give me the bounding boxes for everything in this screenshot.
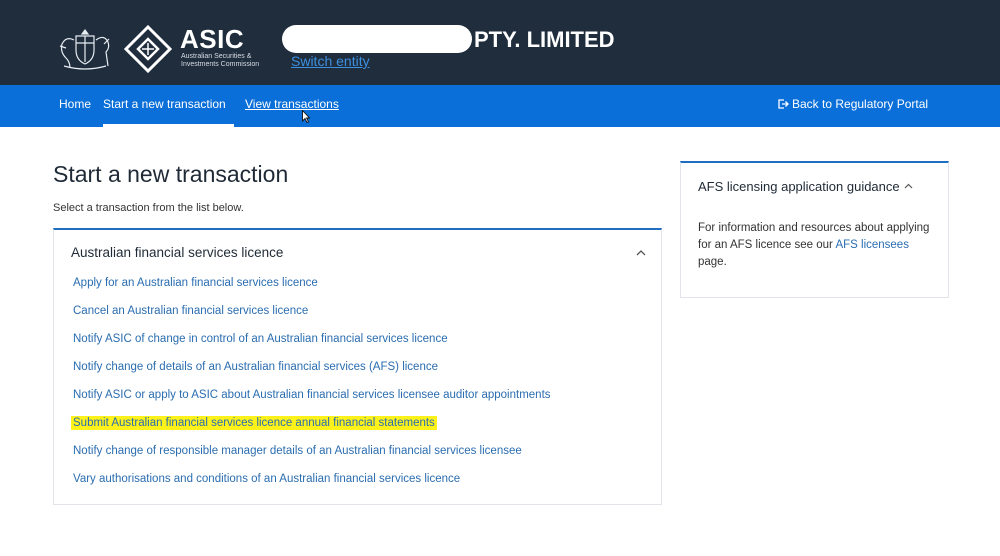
nav-start-transaction[interactable]: Start a new transaction [103,97,226,111]
transaction-link-vary-authorisations[interactable]: Vary authorisations and conditions of an… [71,473,553,501]
transaction-link-change-control[interactable]: Notify ASIC of change in control of an A… [71,333,553,361]
guidance-text-suffix: page. [698,256,727,268]
panel-title: Australian financial services licence [71,245,284,260]
transaction-link-financial-statements[interactable]: Submit Australian financial services lic… [71,416,553,445]
redacted-entity-name [282,25,472,53]
coat-of-arms-icon [59,29,110,70]
guidance-card: AFS licensing application guidance For i… [680,161,949,298]
active-tab-indicator [103,124,234,127]
transaction-link-auditor[interactable]: Notify ASIC or apply to ASIC about Austr… [71,389,553,417]
chevron-up-icon [904,183,913,189]
asic-diamond-icon [124,25,172,73]
asic-logo-subtitle: Australian Securities & Investments Comm… [181,53,260,68]
nav-home[interactable]: Home [59,97,91,111]
guidance-title-label: AFS licensing application guidance [698,179,900,194]
transaction-link-apply[interactable]: Apply for an Australian financial servic… [71,277,553,305]
main-nav: Home Start a new transaction View transa… [0,85,1000,127]
page-subtitle: Select a transaction from the list below… [53,202,244,214]
chevron-up-icon[interactable] [636,249,646,256]
transaction-list: Apply for an Australian financial servic… [71,277,553,501]
entity-name-suffix: PTY. LIMITED [474,27,615,52]
exit-icon [778,99,789,109]
transaction-link-cancel[interactable]: Cancel an Australian financial services … [71,305,553,333]
guidance-body: For information and resources about appl… [698,220,933,271]
guidance-title[interactable]: AFS licensing application guidance [698,179,913,194]
asic-logo-text: ASIC [180,24,245,54]
back-to-portal-label: Back to Regulatory Portal [792,97,929,111]
switch-entity-link[interactable]: Switch entity [291,53,370,69]
page-title: Start a new transaction [53,161,289,187]
nav-view-transactions[interactable]: View transactions [245,97,339,111]
mouse-pointer-icon [302,110,310,123]
transaction-link-change-details[interactable]: Notify change of details of an Australia… [71,361,553,389]
back-to-portal-link[interactable]: Back to Regulatory Portal [778,97,928,111]
site-header: ASIC Australian Securities & Investments… [0,0,1000,85]
afs-licence-panel: Australian financial services licence Ap… [53,228,662,505]
afs-licensees-link[interactable]: AFS licensees [835,239,909,251]
transaction-link-responsible-manager[interactable]: Notify change of responsible manager det… [71,445,553,473]
